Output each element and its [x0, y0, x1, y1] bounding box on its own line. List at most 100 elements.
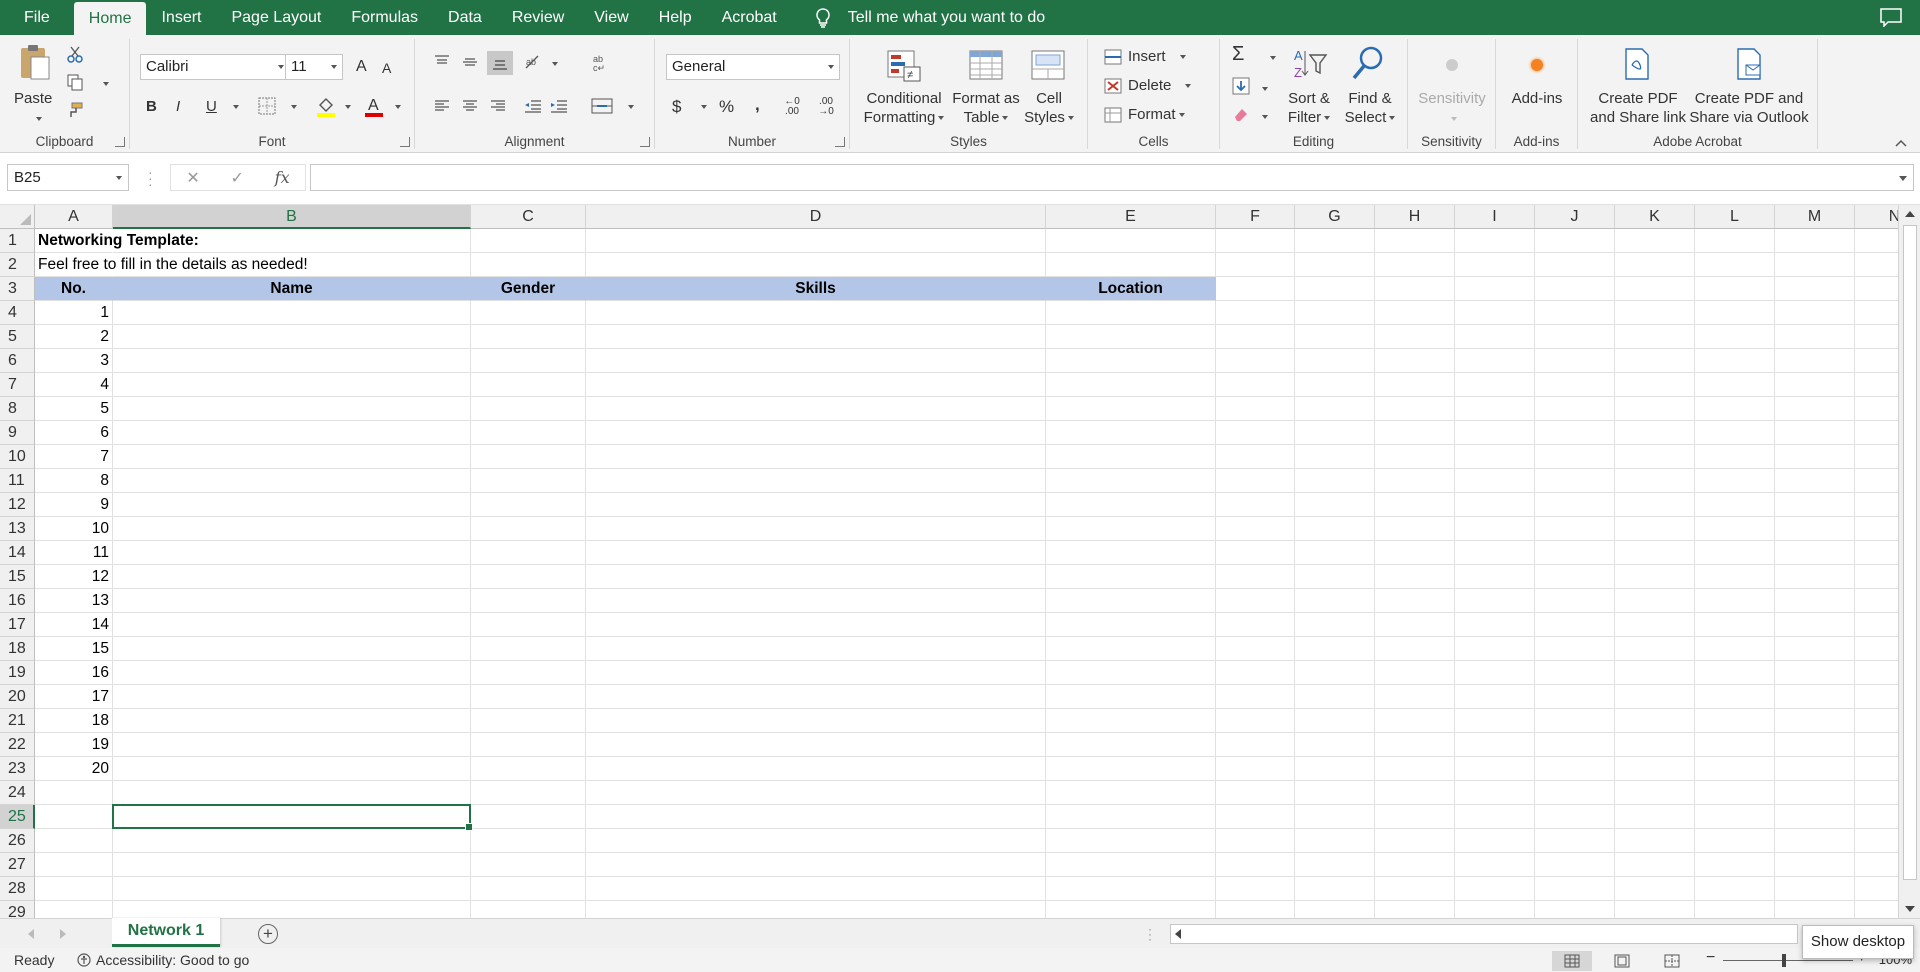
cell-i12[interactable]	[1455, 493, 1535, 517]
cell-b20[interactable]	[113, 685, 471, 709]
cell-m4[interactable]	[1775, 301, 1855, 325]
cell-c28[interactable]	[471, 877, 586, 901]
cell-c5[interactable]	[471, 325, 586, 349]
tab-file[interactable]: File	[0, 0, 74, 35]
cell-f20[interactable]	[1216, 685, 1295, 709]
cell-g8[interactable]	[1295, 397, 1375, 421]
cell-m1[interactable]	[1775, 229, 1855, 253]
cell-a19[interactable]: 16	[35, 661, 113, 685]
underline-dropdown-icon[interactable]	[233, 105, 239, 109]
cell-c25[interactable]	[471, 805, 586, 829]
sort-filter-button[interactable]: Sort & Filter	[1284, 89, 1334, 127]
fill-dropdown-icon[interactable]	[1262, 87, 1268, 91]
row-header[interactable]: 20	[0, 685, 35, 709]
cell-i2[interactable]	[1455, 253, 1535, 277]
cell-l1[interactable]	[1695, 229, 1775, 253]
cell-a20[interactable]: 17	[35, 685, 113, 709]
cell-c4[interactable]	[471, 301, 586, 325]
number-launcher-icon[interactable]	[835, 137, 845, 147]
cell-h5[interactable]	[1375, 325, 1455, 349]
cell-k12[interactable]	[1615, 493, 1695, 517]
cell-b24[interactable]	[113, 781, 471, 805]
cell-n18[interactable]	[1855, 637, 1898, 661]
cell-c7[interactable]	[471, 373, 586, 397]
cell-e23[interactable]	[1046, 757, 1216, 781]
column-header-b[interactable]: B	[113, 205, 471, 229]
cell-m16[interactable]	[1775, 589, 1855, 613]
cell-j28[interactable]	[1535, 877, 1615, 901]
cell-m14[interactable]	[1775, 541, 1855, 565]
cell-l7[interactable]	[1695, 373, 1775, 397]
cell-f1[interactable]	[1216, 229, 1295, 253]
tab-review[interactable]: Review	[497, 0, 579, 35]
cell-h8[interactable]	[1375, 397, 1455, 421]
column-header-h[interactable]: H	[1375, 205, 1455, 229]
row-header[interactable]: 19	[0, 661, 35, 685]
cell-c6[interactable]	[471, 349, 586, 373]
cell-j9[interactable]	[1535, 421, 1615, 445]
cell-g28[interactable]	[1295, 877, 1375, 901]
cell-j14[interactable]	[1535, 541, 1615, 565]
cell-k14[interactable]	[1615, 541, 1695, 565]
fill-icon[interactable]	[1232, 77, 1250, 95]
cell-d14[interactable]	[586, 541, 1046, 565]
select-all-corner[interactable]	[0, 205, 35, 229]
clipboard-launcher-icon[interactable]	[115, 137, 125, 147]
row-header[interactable]: 3	[0, 277, 35, 301]
clear-dropdown-icon[interactable]	[1262, 115, 1268, 119]
cell-h26[interactable]	[1375, 829, 1455, 853]
formula-input[interactable]	[310, 164, 1914, 191]
cell-c11[interactable]	[471, 469, 586, 493]
cell-k15[interactable]	[1615, 565, 1695, 589]
vertical-scrollbar[interactable]	[1898, 205, 1920, 918]
cell-c20[interactable]	[471, 685, 586, 709]
row-header[interactable]: 10	[0, 445, 35, 469]
cell-f16[interactable]	[1216, 589, 1295, 613]
font-family-select[interactable]: Calibri	[140, 54, 290, 80]
row-header[interactable]: 22	[0, 733, 35, 757]
cell-c19[interactable]	[471, 661, 586, 685]
cell-a18[interactable]: 15	[35, 637, 113, 661]
cell-m13[interactable]	[1775, 517, 1855, 541]
cell-d28[interactable]	[586, 877, 1046, 901]
conditional-formatting-icon[interactable]: ≠	[886, 49, 922, 83]
cell-c8[interactable]	[471, 397, 586, 421]
cell-m29[interactable]	[1775, 901, 1855, 918]
cell-a24[interactable]	[35, 781, 113, 805]
cell-i19[interactable]	[1455, 661, 1535, 685]
cell-g19[interactable]	[1295, 661, 1375, 685]
copy-icon[interactable]	[66, 73, 84, 91]
cell-i21[interactable]	[1455, 709, 1535, 733]
row-header[interactable]: 5	[0, 325, 35, 349]
cell-f19[interactable]	[1216, 661, 1295, 685]
cell-b19[interactable]	[113, 661, 471, 685]
cell-l10[interactable]	[1695, 445, 1775, 469]
cell-k2[interactable]	[1615, 253, 1695, 277]
cell-a16[interactable]: 13	[35, 589, 113, 613]
cell-g7[interactable]	[1295, 373, 1375, 397]
cell-f21[interactable]	[1216, 709, 1295, 733]
row-header[interactable]: 25	[0, 805, 35, 829]
column-header-d[interactable]: D	[586, 205, 1046, 229]
cell-l29[interactable]	[1695, 901, 1775, 918]
cell-l3[interactable]	[1695, 277, 1775, 301]
percent-button[interactable]: %	[719, 97, 734, 116]
increase-decimal-button[interactable]: ←0 .00	[781, 97, 803, 117]
cell-h27[interactable]	[1375, 853, 1455, 877]
cell-h24[interactable]	[1375, 781, 1455, 805]
cell-d19[interactable]	[586, 661, 1046, 685]
cell-j15[interactable]	[1535, 565, 1615, 589]
cell-g14[interactable]	[1295, 541, 1375, 565]
cell-c21[interactable]	[471, 709, 586, 733]
cell-d24[interactable]	[586, 781, 1046, 805]
cell-b22[interactable]	[113, 733, 471, 757]
row-header[interactable]: 13	[0, 517, 35, 541]
cell-j8[interactable]	[1535, 397, 1615, 421]
cell-i20[interactable]	[1455, 685, 1535, 709]
cell-a17[interactable]: 14	[35, 613, 113, 637]
cell-a7[interactable]: 4	[35, 373, 113, 397]
cell-i17[interactable]	[1455, 613, 1535, 637]
cell-d20[interactable]	[586, 685, 1046, 709]
font-color-icon[interactable]: A	[364, 95, 384, 117]
cell-f25[interactable]	[1216, 805, 1295, 829]
